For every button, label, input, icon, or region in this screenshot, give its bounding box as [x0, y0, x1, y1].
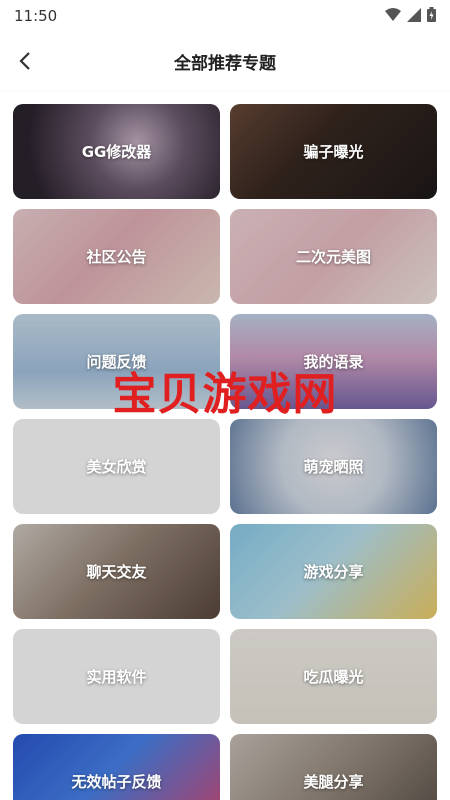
battery-icon: [427, 6, 436, 26]
topic-card-issue-feedback[interactable]: 问题反馈: [13, 314, 220, 409]
topic-card-label: 美腿分享: [303, 773, 364, 791]
topic-card-label: 游戏分享: [303, 563, 364, 581]
topic-card-label: 我的语录: [303, 353, 364, 371]
topic-card-label: 吃瓜曝光: [303, 668, 364, 686]
topic-card-game-sharing[interactable]: 游戏分享: [230, 524, 437, 619]
status-icons: [385, 6, 436, 26]
status-bar: 11:50: [0, 0, 450, 32]
topic-card-my-quotes[interactable]: 我的语录: [230, 314, 437, 409]
topic-grid: GG修改器 骗子曝光 社区公告 二次元美图 问题反馈 我的语录 美女欣赏 萌宠晒…: [0, 90, 450, 800]
topic-card-useful-software[interactable]: 实用软件: [13, 629, 220, 724]
chevron-left-icon: [19, 52, 30, 70]
topic-card-gg-modifier[interactable]: GG修改器: [13, 104, 220, 199]
page-title: 全部推荐专题: [174, 53, 276, 74]
topic-card-label: 聊天交友: [86, 563, 147, 581]
topic-card-label: 问题反馈: [86, 353, 147, 371]
topic-card-chat-friends[interactable]: 聊天交友: [13, 524, 220, 619]
back-button[interactable]: [10, 46, 40, 76]
topic-card-anime-art[interactable]: 二次元美图: [230, 209, 437, 304]
topic-card-community-notice[interactable]: 社区公告: [13, 209, 220, 304]
topic-card-label: 萌宠晒照: [303, 458, 364, 476]
topic-card-label: 美女欣赏: [86, 458, 147, 476]
topic-card-label: 无效帖子反馈: [71, 773, 162, 791]
topic-card-label: 实用软件: [86, 668, 147, 686]
topic-card-gossip-exposure[interactable]: 吃瓜曝光: [230, 629, 437, 724]
topic-card-invalid-post-feedback[interactable]: 无效帖子反馈: [13, 734, 220, 800]
topic-card-beauty-gallery[interactable]: 美女欣赏: [13, 419, 220, 514]
topic-card-label: 社区公告: [86, 248, 147, 266]
topic-card-label: 骗子曝光: [303, 143, 364, 161]
topic-card-pet-photos[interactable]: 萌宠晒照: [230, 419, 437, 514]
wifi-icon: [385, 7, 401, 26]
header: 全部推荐专题: [0, 32, 450, 90]
topic-card-legs-sharing[interactable]: 美腿分享: [230, 734, 437, 800]
topic-card-scam-exposure[interactable]: 骗子曝光: [230, 104, 437, 199]
topic-card-label: GG修改器: [81, 143, 152, 161]
status-time: 11:50: [14, 7, 58, 25]
topic-card-label: 二次元美图: [295, 248, 371, 266]
signal-icon: [407, 7, 421, 26]
